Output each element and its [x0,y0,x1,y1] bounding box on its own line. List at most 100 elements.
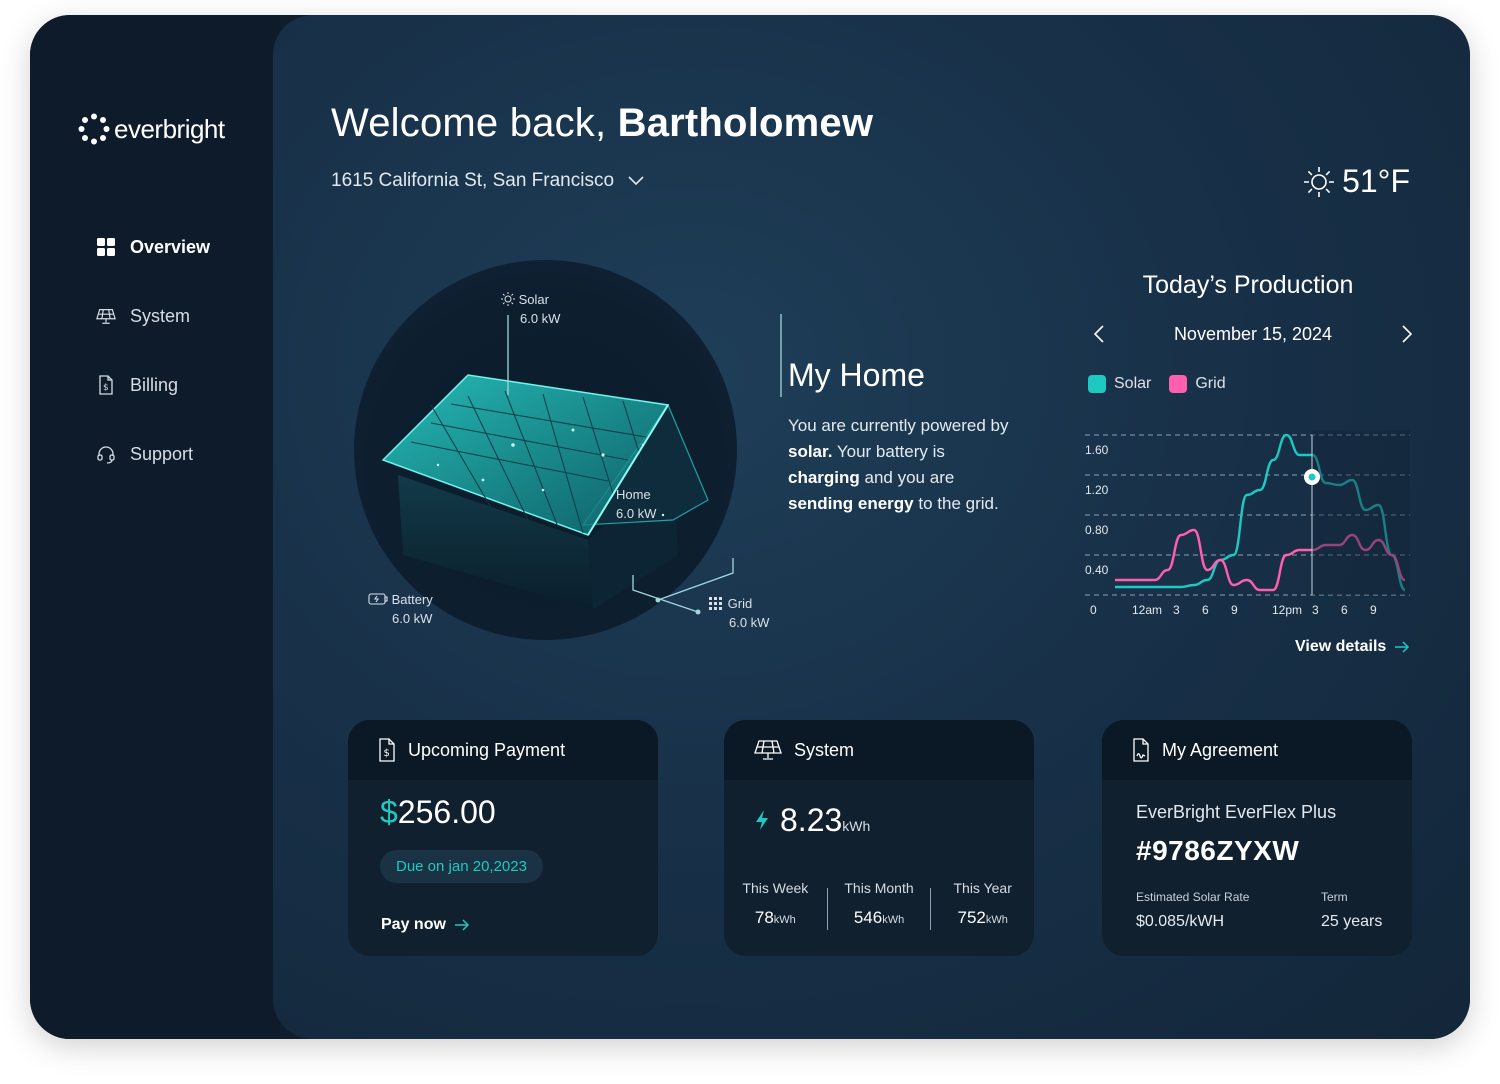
card-title: System [794,739,855,760]
next-day-button[interactable] [1396,323,1418,345]
stat-value: 752 [957,908,986,927]
sidebar-item-support[interactable]: Support [96,440,210,468]
marker-point-center [1308,473,1316,481]
payment-amount: $256.00 [380,794,496,831]
x-tick-label: 12am [1132,603,1162,617]
pay-now-label: Pay now [381,916,446,933]
stat-unit: kWh [882,914,905,926]
card-header: My Agreement [1102,720,1412,780]
sidebar: everbright Overview System $ Billing Sup… [30,15,280,1039]
sun-icon [501,292,515,306]
lightning-icon [756,810,768,830]
stat-unit: kWh [773,914,796,926]
x-tick-label: 12pm [1272,603,1302,617]
headset-icon [96,444,116,464]
stat-week: This Week 78kWh [724,880,827,930]
legend-item-grid[interactable]: Grid [1169,375,1226,393]
term-value: 25 years [1321,913,1383,930]
battery-label: Battery 6.0 kW [368,590,433,628]
bill-icon: $ [96,375,116,395]
home-label: Home 6.0 kW [616,485,656,523]
grid-meter-icon [709,597,722,610]
future-overlay [1312,430,1410,595]
upcoming-payment-card: $ Upcoming Payment $256.00 Due on jan 20… [348,720,658,956]
amount-value: 256.00 [397,794,496,830]
sidebar-item-label: Overview [130,236,211,257]
view-details-link[interactable]: View details [1295,638,1410,656]
solar-label: Solar 6.0 kW [501,290,560,328]
brand-logo[interactable]: everbright [78,113,225,145]
stat-value: 78 [754,908,774,927]
grid-icon [96,237,116,257]
legend-label: Solar [1114,375,1152,392]
grid-label-text: Grid [727,596,753,611]
status-text: You are currently powered by [788,416,1009,435]
svg-text:$: $ [103,383,109,393]
plan-name: EverBright EverFlex Plus [1136,802,1337,822]
rate-value: $0.085/kWH [1136,913,1225,930]
stat-label: This Year [953,880,1012,896]
status-battery: charging [788,468,860,487]
prev-day-button[interactable] [1088,323,1110,345]
system-card: System 8.23 kWh This Week 78kWh This Mont… [724,720,1034,956]
agreement-card: My Agreement EverBright EverFlex Plus #9… [1102,720,1412,956]
status-text: to the grid. [913,494,999,513]
production-chart[interactable]: 1.60 1.20 0.80 0.40 0 12am 3 6 9 12pm 3 6 9 [1085,415,1415,625]
sidebar-item-system[interactable]: System [96,302,210,330]
battery-label-text: Battery [391,592,433,607]
home-value: 6.0 kW [616,506,657,521]
term-label: Term [1321,890,1348,904]
arrow-right-icon [1395,641,1410,653]
sidebar-nav: Overview System $ Billing Support [96,233,210,509]
legend-swatch [1169,375,1188,393]
chevron-left-icon [1094,325,1104,343]
sidebar-item-billing[interactable]: $ Billing [96,371,210,399]
my-home-title: My Home [788,357,925,393]
battery-icon [368,593,388,605]
y-tick-label: 1.60 [1085,443,1109,457]
solar-value: 6.0 kW [520,311,561,326]
production-title: Today’s Production [1142,271,1354,299]
y-tick-label: 0.40 [1085,563,1109,577]
arrow-right-icon [454,919,469,931]
status-text: and you are [859,468,955,487]
stat-month: This Month 546kWh [828,880,931,930]
system-value: 8.23 [780,802,843,838]
card-title: My Agreement [1162,739,1279,760]
sidebar-item-label: Billing [130,374,179,395]
legend-item-solar[interactable]: Solar [1088,375,1151,393]
x-tick-label: 6 [1202,603,1209,617]
legend-label: Grid [1195,375,1226,392]
production-date: November 15, 2024 [1173,323,1333,344]
system-stats: This Week 78kWh This Month 546kWh This Y… [724,880,1034,930]
brand-name: everbright [114,113,225,144]
home-label-text: Home [616,487,651,502]
y-tick-label: 0.80 [1085,523,1109,537]
chevron-right-icon [1402,325,1412,343]
chart-legend: Solar Grid [1088,375,1226,393]
sun-icon [1304,166,1335,197]
solar-panel-icon [96,306,116,326]
x-tick-label: 3 [1312,603,1319,617]
x-tick-label: 0 [1090,603,1097,617]
status-source: solar. [788,442,833,461]
x-tick-label: 6 [1341,603,1348,617]
sidebar-item-overview[interactable]: Overview [96,233,210,261]
sidebar-item-label: Support [130,443,194,464]
user-name: Bartholomew [617,101,874,145]
address-selector[interactable]: 1615 California St, San Francisco [331,170,644,192]
battery-value: 6.0 kW [392,611,433,626]
sidebar-item-label: System [130,305,191,326]
solar-panel-icon [754,740,782,760]
legend-swatch [1088,375,1106,393]
x-tick-label: 9 [1370,603,1377,617]
svg-text:$: $ [384,748,390,759]
x-tick-label: 9 [1231,603,1238,617]
pay-now-button[interactable]: Pay now [381,916,470,934]
main-content: Welcome back, Bartholomew 1615 Californi… [273,15,1470,1039]
y-tick-label: 1.20 [1085,483,1109,497]
temperature: 51°F [1342,163,1410,199]
rate-label: Estimated Solar Rate [1136,890,1250,904]
status-grid: sending energy [788,494,914,513]
grid-label: Grid 6.0 kW [708,594,769,632]
